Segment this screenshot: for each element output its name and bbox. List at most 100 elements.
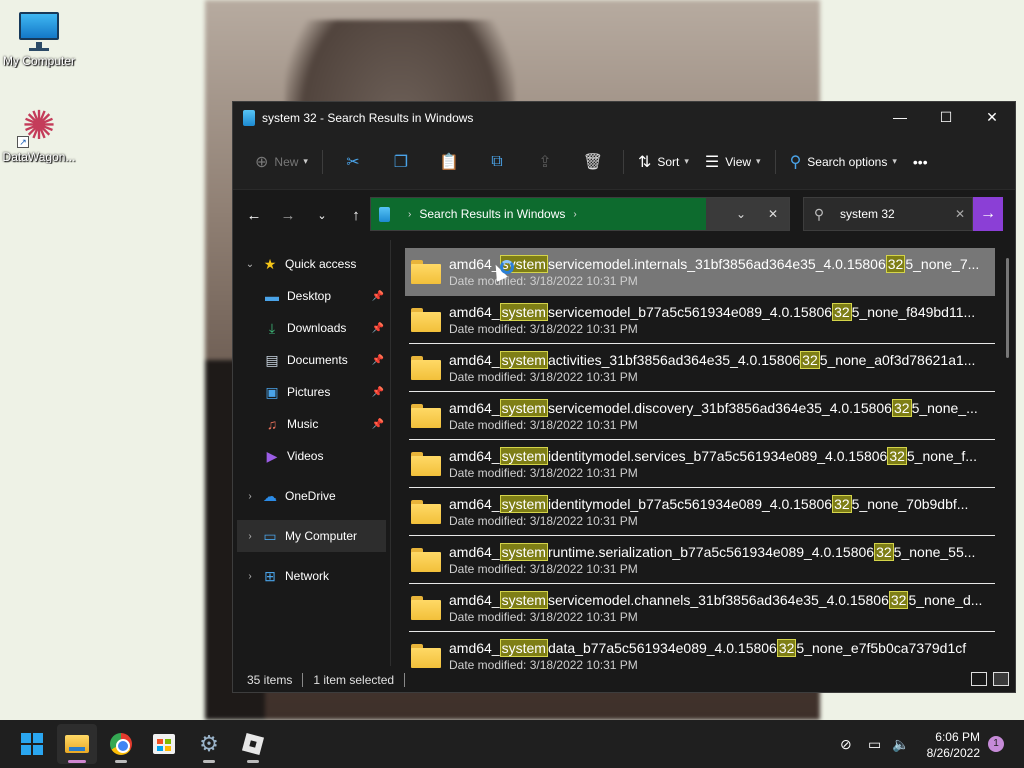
chevron-right-icon[interactable]: › (239, 491, 261, 502)
sidebar-item-music[interactable]: ♫ Music 📌 (233, 408, 390, 440)
trash-icon: 🗑 (582, 153, 604, 171)
back-button[interactable]: ← (237, 200, 271, 230)
clock[interactable]: 6:06 PM 8/26/2022 (918, 729, 980, 761)
taskbar-chrome[interactable] (101, 724, 141, 764)
chevron-right-icon[interactable]: › (239, 531, 261, 542)
desktop-icon: ▬ (265, 288, 279, 304)
breadcrumb-location[interactable]: Search Results in Windows (419, 207, 565, 221)
forward-button[interactable]: → (271, 200, 305, 230)
search-highlight: 32 (891, 398, 912, 417)
start-button[interactable] (12, 724, 52, 764)
folder-icon (411, 403, 441, 428)
sidebar-item-desktop[interactable]: ▬ Desktop 📌 (233, 280, 390, 312)
taskbar-file-explorer[interactable] (57, 724, 97, 764)
desktop-icon-my-computer[interactable]: My Computer (0, 8, 78, 68)
navigation-pane: ⌄ ★ Quick access ▬ Desktop 📌 ⤓ Downloads… (233, 240, 391, 666)
minimize-button[interactable]: — (877, 102, 923, 132)
up-button[interactable]: ↑ (339, 200, 373, 230)
chevron-right-icon[interactable]: › (239, 571, 261, 582)
sidebar-item-pictures[interactable]: ▣ Pictures 📌 (233, 376, 390, 408)
sidebar-item-videos[interactable]: ▶ Videos (233, 440, 390, 472)
folder-icon (411, 260, 441, 284)
arrow-right-icon: → (280, 206, 296, 224)
vertical-scrollbar[interactable] (1006, 258, 1009, 358)
result-date: Date modified: 3/18/2022 10:31 PM (449, 561, 638, 576)
result-date: Date modified: 3/18/2022 10:31 PM (449, 274, 638, 288)
large-icons-view-button[interactable] (993, 672, 1009, 686)
sort-button[interactable]: ⇅ Sort ▾ (630, 146, 697, 178)
rename-button[interactable]: ⧉ (473, 146, 521, 178)
recent-locations-button[interactable]: ⌄ (305, 200, 339, 230)
maximize-button[interactable]: ☐ (923, 102, 969, 132)
share-button[interactable]: ⇪ (521, 146, 569, 178)
documents-icon: ▤ (265, 351, 279, 368)
result-row[interactable]: amd64_ system servicemodel_b77a5c561934e08… (409, 296, 995, 344)
search-go-button[interactable]: → (973, 197, 1003, 231)
chevron-down-icon: ▾ (303, 156, 308, 166)
result-row[interactable]: amd64_ system data_b77a5c561934e089_4.0.15… (409, 632, 995, 672)
title-bar[interactable]: system 32 - Search Results in Windows — … (233, 102, 1015, 134)
network-status-icon[interactable]: ⊘ (840, 720, 852, 768)
taskbar-roblox[interactable] (233, 724, 273, 764)
details-view-button[interactable] (971, 672, 987, 686)
result-date: Date modified: 3/18/2022 10:31 PM (449, 321, 638, 336)
roblox-icon (241, 732, 265, 756)
file-explorer-icon (65, 735, 89, 753)
clear-search-button[interactable]: ✕ (948, 207, 972, 221)
clock-date: 8/26/2022 (926, 746, 980, 760)
chevron-down-icon[interactable]: ⌄ (239, 259, 261, 270)
result-row[interactable]: amd64_ system runtime.serialization_b77a5c… (409, 536, 995, 584)
sidebar-item-documents[interactable]: ▤ Documents 📌 (233, 344, 390, 376)
copy-button[interactable]: ❐ (377, 146, 425, 178)
search-highlight: 32 (874, 542, 894, 561)
taskbar-settings[interactable]: ⚙ (189, 724, 229, 764)
cut-button[interactable]: ✂ (329, 146, 377, 178)
close-button[interactable]: ✕ (969, 102, 1015, 132)
busy-indicator-icon (500, 260, 514, 274)
delete-button[interactable]: 🗑 (569, 146, 617, 178)
result-row[interactable]: amd64_ system servicemodel.discovery_31bf3… (409, 392, 995, 440)
desktop-icon-label: My Computer (2, 54, 76, 68)
result-row[interactable]: amd64_ system identitymodel.services_b77a5… (409, 440, 995, 488)
desktop-icon-datawagon[interactable]: ✺ ↗ DataWagon... (0, 104, 78, 164)
chevron-down-icon: ▾ (756, 156, 761, 166)
sidebar-item-my-computer[interactable]: › ▭ My Computer (237, 520, 386, 552)
result-row[interactable]: amd64_ system servicemodel.channels_31bf38… (409, 584, 995, 632)
address-progress: › Search Results in Windows › (371, 198, 706, 230)
paste-button[interactable]: 📋 (425, 146, 473, 178)
stop-search-button[interactable]: ✕ (757, 207, 789, 221)
taskbar-store[interactable] (144, 724, 184, 764)
search-input[interactable]: ⚲ system 32 ✕ (803, 197, 973, 231)
window-title: system 32 - Search Results in Windows (262, 111, 474, 125)
address-dropdown-button[interactable]: ⌄ (725, 207, 757, 221)
rename-icon: ⧉ (491, 152, 503, 170)
result-row[interactable]: amd64_ system identitymodel_b77a5c561934e0… (409, 488, 995, 536)
sidebar-item-network[interactable]: › ⊞ Network (233, 560, 390, 592)
gear-icon: ⚙ (199, 731, 219, 756)
volume-icon[interactable]: 🔈 (892, 720, 909, 768)
display-icon[interactable]: ▭ (868, 720, 881, 768)
search-value: system 32 (840, 207, 895, 221)
view-list-icon: ☰ (704, 153, 720, 171)
notification-badge[interactable]: 1 (988, 736, 1004, 752)
copy-icon: ❐ (393, 153, 409, 171)
address-bar[interactable]: › Search Results in Windows › ⌄ ✕ (370, 197, 790, 231)
more-options-button[interactable]: ••• (905, 146, 936, 178)
sidebar-item-onedrive[interactable]: › ☁ OneDrive (233, 480, 390, 512)
pin-icon: 📌 (371, 354, 384, 366)
search-highlight: system (499, 542, 548, 561)
search-highlight: system (499, 350, 548, 369)
new-button[interactable]: ⊕ New ▾ (247, 146, 316, 178)
scissors-icon: ✂ (346, 153, 360, 171)
arrow-left-icon: ← (246, 206, 262, 224)
result-name: amd64_ system servicemodel.channels_31bf38… (449, 590, 983, 609)
videos-icon: ▶ (266, 447, 278, 464)
cloud-icon: ☁ (263, 487, 277, 504)
search-options-button[interactable]: ⚲ Search options ▾ (782, 146, 905, 178)
sidebar-item-quick-access[interactable]: ⌄ ★ Quick access (233, 248, 390, 280)
chevron-down-icon: ⌄ (317, 209, 327, 222)
result-date: Date modified: 3/18/2022 10:31 PM (449, 609, 638, 624)
sidebar-item-downloads[interactable]: ⤓ Downloads 📌 (233, 312, 390, 344)
result-row[interactable]: amd64_ system activities_31bf3856ad364e35_… (409, 344, 995, 392)
view-button[interactable]: ☰ View ▾ (697, 146, 769, 178)
